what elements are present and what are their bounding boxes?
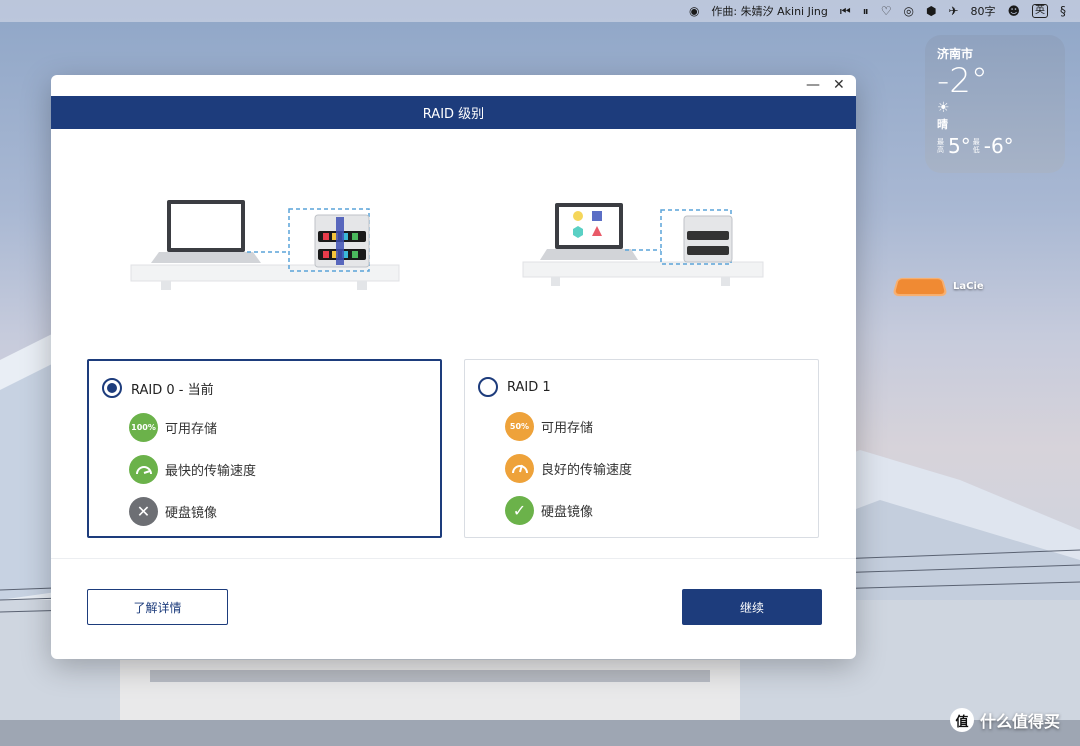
weather-high-low: 最高 5° 最低 -6°: [937, 134, 1053, 158]
netease-icon[interactable]: ◎: [903, 5, 913, 17]
feature-label: 可用存储: [165, 421, 218, 437]
feature-row: 最快的传输速度: [129, 454, 428, 484]
shield-icon[interactable]: ⬢: [926, 5, 936, 17]
weather-city: 济南市: [937, 47, 974, 61]
continue-button[interactable]: 继续: [682, 589, 822, 625]
high-label: 最高: [937, 138, 944, 154]
watermark-text: 什么值得买: [980, 712, 1061, 731]
watermark: 值 什么值得买: [950, 708, 1060, 732]
watermark-logo: 值: [950, 708, 974, 732]
learn-more-button[interactable]: 了解详情: [87, 589, 228, 625]
raid1-title: RAID 1: [507, 379, 551, 395]
drive-label: LaCie: [953, 280, 984, 292]
feature-label: 良好的传输速度: [541, 462, 633, 478]
previous-track-icon[interactable]: ⏮: [840, 5, 851, 17]
raid0-illustration: [130, 200, 400, 290]
feature-label: 硬盘镜像: [165, 505, 218, 521]
raid0-option-header: RAID 0 - 当前: [102, 377, 428, 399]
heart-icon[interactable]: ♡: [881, 5, 892, 17]
weather-temperature: -2°: [937, 61, 988, 101]
speedometer-good-icon: [505, 453, 534, 483]
raid1-illustration: [522, 203, 764, 286]
footer-divider: [51, 558, 856, 559]
desktop-drive-lacie[interactable]: LaCie: [892, 275, 984, 297]
input-method-indicator[interactable]: 英: [1032, 4, 1048, 18]
low-value: -6°: [983, 134, 1014, 158]
low-label: 最低: [972, 138, 980, 154]
raid0-option[interactable]: RAID 0 - 当前 100% 可用存储 最快的传输速度 ✕ 硬盘镜像: [87, 359, 442, 538]
external-drive-icon: [892, 277, 948, 297]
feature-row: ✓ 硬盘镜像: [505, 495, 806, 525]
weather-condition: 晴: [937, 118, 948, 131]
feature-row: ✕ 硬盘镜像: [129, 496, 428, 526]
cross-icon: ✕: [129, 496, 158, 526]
high-value: 5°: [948, 134, 971, 158]
sun-icon: ☀: [937, 100, 950, 116]
radio-selected-dot: [107, 383, 117, 393]
pause-icon[interactable]: ⏸: [863, 5, 869, 17]
raid0-title: RAID 0 - 当前: [131, 382, 214, 398]
capacity-50-icon: 50%: [505, 411, 534, 441]
music-icon[interactable]: ◉: [689, 5, 699, 17]
close-button[interactable]: ✕: [833, 77, 845, 93]
checkmark-icon: ✓: [505, 495, 534, 525]
minimize-button[interactable]: —: [806, 77, 820, 93]
raid0-radio[interactable]: [102, 378, 122, 398]
raid1-option[interactable]: RAID 1 50% 可用存储 良好的传输速度 ✓ 硬盘镜像: [464, 359, 819, 538]
feature-label: 硬盘镜像: [541, 504, 594, 520]
dialog-header: RAID 级别: [51, 96, 856, 129]
raid1-option-header: RAID 1: [478, 376, 806, 398]
smiley-icon[interactable]: ☻: [1007, 5, 1020, 17]
app-icon[interactable]: §: [1060, 5, 1066, 17]
dialog-title: RAID 级别: [422, 107, 485, 122]
now-playing-text: 作曲: 朱婧汐 Akini Jing: [711, 5, 828, 18]
window-titlebar: — ✕: [51, 75, 856, 96]
feature-label: 最快的传输速度: [165, 463, 257, 479]
feature-row: 50% 可用存储: [505, 411, 806, 441]
weather-widget[interactable]: 济南市 -2° ☀ 晴 最高 5° 最低 -6°: [925, 35, 1065, 173]
raid1-radio[interactable]: [478, 377, 498, 397]
menu-bar: ◉ 作曲: 朱婧汐 Akini Jing ⏮ ⏸ ♡ ◎ ⬢ ✈ 80字 ☻ 英…: [0, 0, 1080, 22]
raid-level-dialog: — ✕ RAID 级别 RAID 0 - 当前 100% 可用存储 最快的传输速…: [51, 75, 856, 659]
feature-row: 100% 可用存储: [129, 412, 428, 442]
status-text[interactable]: 80字: [970, 3, 995, 19]
feature-label: 可用存储: [541, 420, 594, 436]
bird-icon[interactable]: ✈: [948, 5, 958, 17]
feature-row: 良好的传输速度: [505, 453, 806, 483]
speedometer-fast-icon: [129, 454, 158, 484]
capacity-100-icon: 100%: [129, 412, 158, 442]
